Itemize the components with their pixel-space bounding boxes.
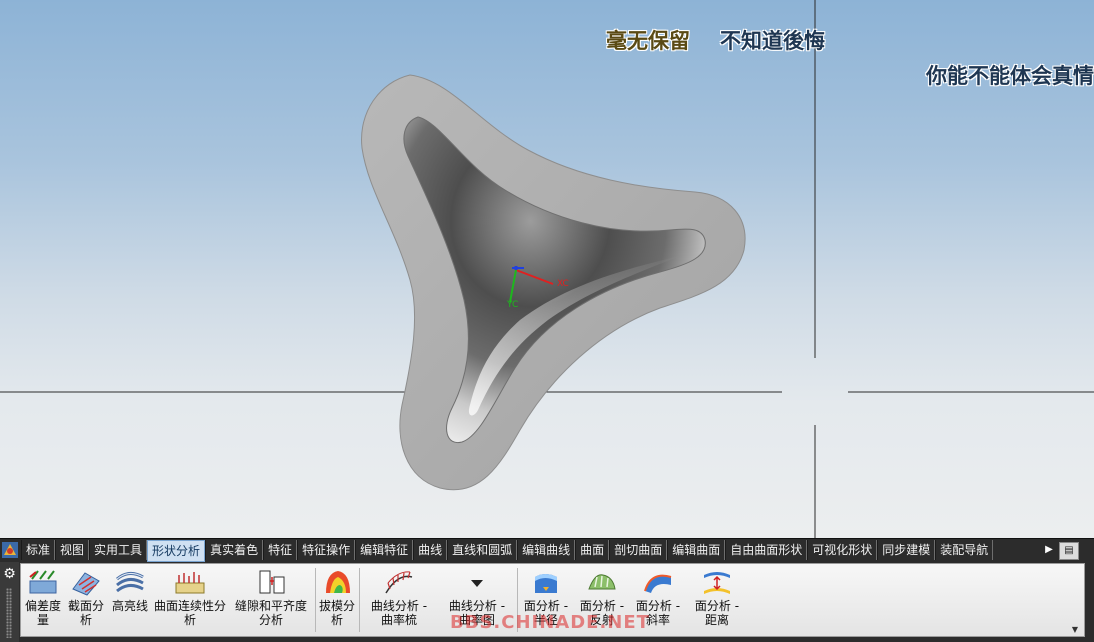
watermark-text: BBS.CHINADE.NET (450, 612, 650, 633)
deviation-gauge-label-2: 量 (36, 613, 49, 627)
face-reflection-icon (588, 574, 616, 590)
gap-flush-label-1: 缝隙和平齐度 (234, 599, 307, 613)
curve-comb-label-2: 曲率梳 (380, 613, 417, 627)
curve-analysis-comb-button[interactable]: 曲线分析 - 曲率梳 (361, 564, 437, 636)
tab-15[interactable]: 可视化形状 (807, 540, 878, 560)
tab-8[interactable]: 曲线 (413, 540, 448, 560)
curve-graph-label-1: 曲线分析 - (448, 599, 506, 613)
face-slope-icon (644, 574, 672, 593)
ribbon-side-strip: ⚙ (0, 562, 19, 642)
tab-3[interactable]: 形状分析 (147, 540, 206, 562)
face-distance-label-2: 距离 (704, 613, 729, 627)
tab-14[interactable]: 自由曲面形状 (725, 540, 808, 560)
tab-17[interactable]: 装配导航 (935, 540, 994, 560)
highlight-lines-icon (116, 572, 144, 593)
surface-continuity-icon (175, 572, 205, 594)
draft-analysis-label-2: 析 (330, 613, 343, 627)
draft-analysis-icon (326, 571, 350, 593)
gap-flush-label-2: 分析 (258, 613, 283, 627)
tab-13[interactable]: 编辑曲面 (667, 540, 726, 560)
app-logo-icon[interactable] (1, 541, 19, 559)
face-distance-label-1: 面分析 - (694, 599, 740, 613)
tab-scroll-right-icon[interactable]: ▶ (1042, 542, 1056, 558)
tab-4[interactable]: 真实着色 (205, 540, 264, 560)
tab-5[interactable]: 特征 (263, 540, 298, 560)
ribbon-separator-1 (315, 568, 316, 632)
section-analysis-icon (72, 572, 100, 596)
tab-7[interactable]: 编辑特征 (355, 540, 414, 560)
tab-12[interactable]: 剖切曲面 (609, 540, 668, 560)
tab-0[interactable]: 标准 (21, 540, 56, 560)
axis-yc-label: YC (506, 300, 518, 310)
deviation-gauge-label-1: 偏差度 (24, 599, 61, 613)
draft-analysis-label-1: 拔模分 (318, 599, 355, 613)
gap-flush-analysis-button[interactable]: 缝隙和平齐度 分析 (229, 564, 313, 636)
tab-10[interactable]: 编辑曲线 (517, 540, 576, 560)
tab-9[interactable]: 直线和圆弧 (447, 540, 518, 560)
face-reflection-label-1: 面分析 - (579, 599, 625, 613)
tab-menu-icon[interactable]: ▤ (1059, 542, 1079, 560)
section-analysis-button[interactable]: 截面分 析 (65, 564, 107, 636)
section-analysis-label-2: 析 (79, 613, 92, 627)
face-slope-label-1: 面分析 - (635, 599, 681, 613)
surface-continuity-button[interactable]: 曲面连续性分 析 (153, 564, 227, 636)
surface-continuity-label-2: 析 (183, 613, 196, 627)
draft-analysis-button[interactable]: 拔模分 析 (317, 564, 357, 636)
ribbon-separator-2 (359, 568, 360, 632)
face-analysis-distance-button[interactable]: 面分析 - 距离 (687, 564, 747, 636)
overlay-lyric-1a: 毫无保留 (606, 29, 690, 53)
deviation-gauge-icon (29, 570, 57, 594)
tab-1[interactable]: 视图 (55, 540, 90, 560)
face-radius-label-1: 面分析 - (523, 599, 569, 613)
toolbar-tab-bar: 标准 视图 实用工具 形状分析 真实着色 特征 特征操作 编辑特征 曲线 直线和圆弧 编辑曲线 曲面剖… (0, 538, 1094, 562)
overlay-lyric-1b: 不知道後悔 (720, 29, 825, 53)
deviation-gauge-button[interactable]: 偏差度 量 (23, 564, 63, 636)
chevron-down-icon (471, 580, 483, 587)
curvature-comb-icon (385, 571, 413, 594)
tab-11[interactable]: 曲面 (575, 540, 610, 560)
overlay-lyric-2: 你能不能体会真情 (926, 64, 1094, 88)
highlight-lines-label: 高亮线 (111, 599, 148, 613)
tab-16[interactable]: 同步建模 (877, 540, 936, 560)
face-distance-icon (704, 572, 730, 594)
gap-flush-icon (259, 570, 285, 594)
highlight-lines-button[interactable]: 高亮线 (109, 564, 151, 636)
surface-continuity-label-1: 曲面连续性分 (153, 599, 226, 613)
tab-2[interactable]: 实用工具 (89, 540, 148, 560)
graphics-viewport[interactable]: XC YC 毫无保留 不知道後悔 你能不能体会真情 (0, 0, 1094, 538)
tab-6[interactable]: 特征操作 (297, 540, 356, 560)
curve-comb-label-1: 曲线分析 - (370, 599, 428, 613)
ribbon-grip-handle[interactable] (6, 588, 12, 638)
section-analysis-label-1: 截面分 (67, 599, 104, 613)
axis-xc-label: XC (557, 279, 569, 289)
ribbon-expand-icon[interactable]: ▼ (1072, 625, 1078, 634)
toolbar-tabs: 标准 视图 实用工具 形状分析 真实着色 特征 特征操作 编辑特征 曲线 直线和圆弧 编辑曲线 曲面剖… (21, 540, 994, 562)
gear-icon[interactable]: ⚙ (2, 566, 17, 582)
face-radius-icon (535, 574, 557, 593)
